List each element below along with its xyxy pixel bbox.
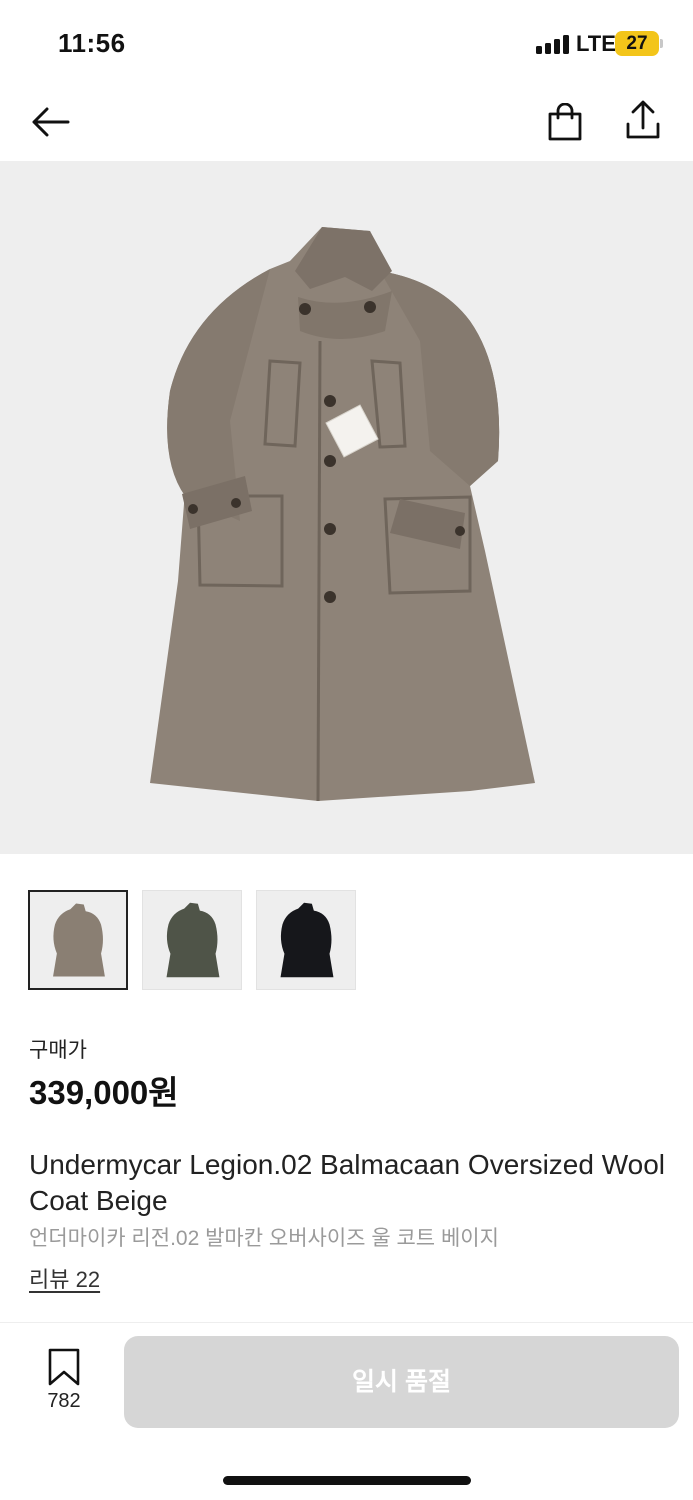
thumbnail-beige[interactable] xyxy=(28,890,128,990)
nav-bar xyxy=(0,88,693,160)
divider xyxy=(0,1322,693,1323)
product-price: 339,000원 xyxy=(29,1074,179,1111)
coat-illustration xyxy=(150,227,535,802)
battery-tip xyxy=(660,39,663,48)
coat-thumbnail-image xyxy=(166,902,220,978)
arrow-left-icon xyxy=(32,107,70,137)
share-button[interactable] xyxy=(619,96,667,144)
share-icon xyxy=(626,100,660,139)
home-indicator xyxy=(223,1476,471,1485)
status-bar: 11:56 LTE 27 xyxy=(0,0,693,88)
thumbnail-black[interactable] xyxy=(256,890,356,990)
cart-button[interactable] xyxy=(541,98,589,146)
review-link[interactable]: 리뷰 22 xyxy=(29,1262,100,1294)
status-time: 11:56 xyxy=(58,28,126,58)
network-type: LTE xyxy=(576,31,616,56)
sold-out-button[interactable]: 일시 품절 xyxy=(124,1336,679,1428)
bookmark-count: 782 xyxy=(47,1390,81,1412)
bookmark-button[interactable]: 782 xyxy=(36,1348,92,1418)
thumbnail-olive[interactable] xyxy=(142,890,242,990)
product-title-korean: 언더마이카 리전.02 발마칸 오버사이즈 울 코트 베이지 xyxy=(29,1227,499,1250)
back-button[interactable] xyxy=(26,98,74,146)
product-title-english: Undermycar Legion.02 Balmacaan Oversized… xyxy=(29,1149,666,1216)
product-main-image[interactable] xyxy=(0,161,693,854)
coat-thumbnail-image xyxy=(280,902,334,978)
signal-icon xyxy=(536,34,570,54)
price-label: 구매가 xyxy=(29,1039,87,1062)
battery-icon: 27 xyxy=(615,31,659,56)
coat-thumbnail-image xyxy=(53,903,105,977)
shopping-bag-icon xyxy=(548,103,582,141)
bookmark-icon xyxy=(48,1348,80,1386)
battery-level: 27 xyxy=(626,33,648,54)
